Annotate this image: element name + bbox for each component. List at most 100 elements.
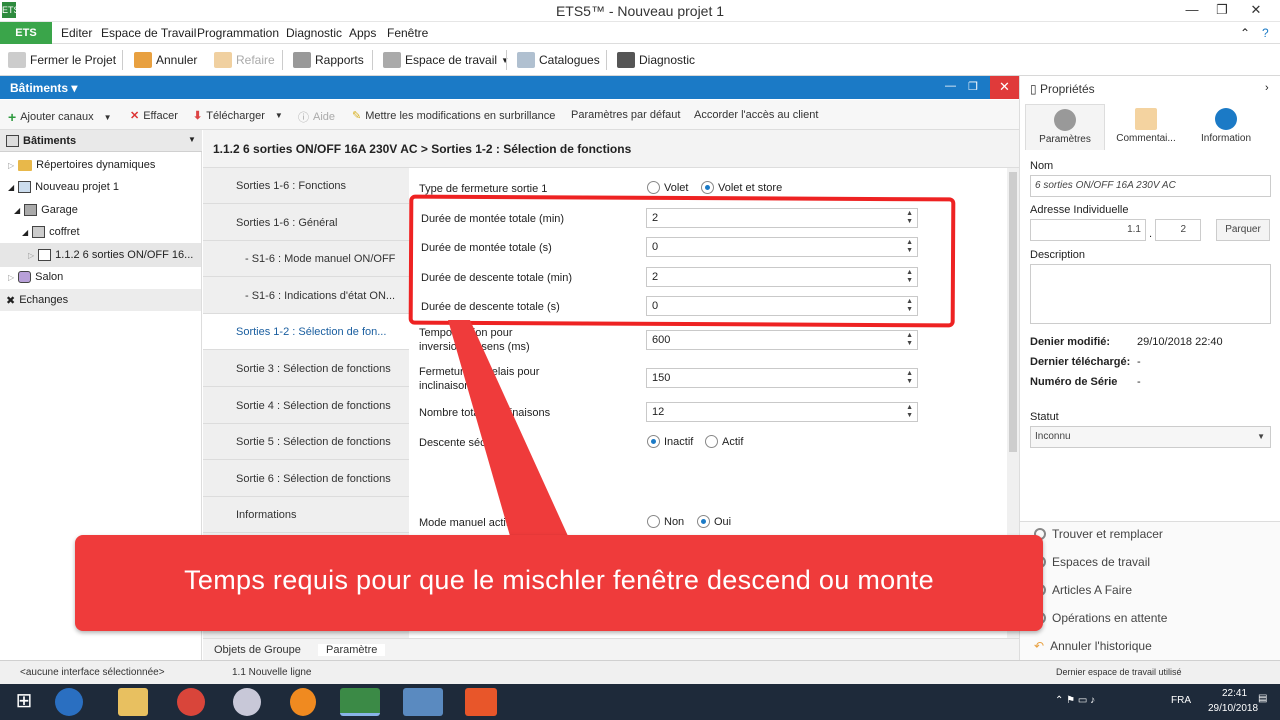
interface-status[interactable]: <aucune interface sélectionnée>	[20, 667, 165, 678]
undo-history-link[interactable]: ↶ Annuler l'historique	[1034, 639, 1152, 653]
menu-espace-de-travail[interactable]: Espace de Travail	[101, 26, 196, 40]
restore-panel-icon[interactable]: ❐	[968, 80, 978, 93]
diagnostic-icon	[617, 52, 635, 68]
tree-item-device-selected[interactable]: ▷ 1.1.2 6 sorties ON/OFF 16...	[0, 243, 201, 267]
relay-spinner[interactable]: 150 ▲ ▼	[646, 368, 918, 388]
tilt-spinner[interactable]: 12 ▲ ▼	[646, 402, 918, 422]
close-window-icon[interactable]: ✕	[1244, 2, 1268, 20]
add-channels-button[interactable]: + Ajouter canaux ▼	[8, 109, 112, 125]
menu-fenetre[interactable]: Fenêtre	[387, 26, 428, 40]
minimize-panel-icon[interactable]: —	[945, 80, 956, 92]
description-field[interactable]	[1030, 264, 1271, 324]
windows-start-icon[interactable]: ⊞	[4, 688, 44, 716]
help-button[interactable]: ⓘ Aide	[298, 109, 335, 125]
notifications-icon[interactable]: ▤	[1258, 693, 1267, 704]
param-tab-output-5[interactable]: Sortie 5 : Sélection de fonctions	[203, 424, 409, 460]
props-tab-parameters[interactable]: Paramètres	[1025, 104, 1105, 150]
media-icon[interactable]	[290, 688, 316, 716]
chevron-down-icon[interactable]: ▼	[188, 135, 196, 144]
park-button[interactable]: Parquer	[1216, 219, 1270, 241]
menu-apps[interactable]: Apps	[349, 26, 376, 40]
chrome-icon[interactable]	[177, 688, 205, 716]
pending-ops-link[interactable]: Opérations en attente	[1034, 611, 1167, 625]
spinner-arrows-icon[interactable]: ▲ ▼	[906, 332, 913, 348]
tree-root-buildings[interactable]: Bâtiments	[6, 135, 76, 147]
param-tab-manual-mode[interactable]: - S1-6 : Mode manuel ON/OFF	[203, 241, 409, 277]
address-prefix-field[interactable]: 1.1	[1030, 219, 1146, 241]
radio-oui[interactable]: Oui	[697, 515, 731, 528]
tree-item-dynamic-folders[interactable]: ▷ Répertoires dynamiques	[8, 159, 155, 171]
panel-title[interactable]: Bâtiments ▾	[10, 81, 77, 95]
radio-inactif[interactable]: Inactif	[647, 435, 693, 448]
todo-link[interactable]: Articles A Faire	[1034, 583, 1132, 597]
tempo-spinner[interactable]: 600 ▲ ▼	[646, 330, 918, 350]
status-select[interactable]: Inconnu ▼	[1030, 426, 1271, 448]
buildings-panel-header: Bâtiments ▾ — ❐ ✕	[0, 76, 1019, 99]
tree-item-exchanges[interactable]: ✖ Echanges	[0, 289, 201, 311]
photos-icon[interactable]	[403, 688, 443, 716]
param-tab-output-4[interactable]: Sortie 4 : Sélection de fonctions	[203, 388, 409, 424]
default-params-button[interactable]: Paramètres par défaut	[571, 109, 680, 121]
close-panel-icon[interactable]: ✕	[990, 76, 1019, 99]
scrollbar-thumb[interactable]	[1009, 172, 1017, 452]
clock-time[interactable]: 22:41	[1222, 688, 1247, 699]
menu-editer[interactable]: Editer	[61, 26, 92, 40]
spinner-arrows-icon[interactable]: ▲ ▼	[906, 404, 913, 420]
ets-menu-button[interactable]: ETS	[0, 22, 52, 44]
collapse-ribbon-icon[interactable]: ⌃	[1240, 26, 1250, 40]
ets-taskbar-icon[interactable]	[340, 688, 380, 716]
comment-icon	[1135, 108, 1157, 130]
radio-volet[interactable]: Volet	[647, 181, 688, 194]
workspace-button[interactable]: Espace de travail▼	[383, 52, 509, 68]
param-tab-general[interactable]: Sorties 1-6 : Général	[203, 205, 409, 241]
highlight-changes-button[interactable]: ✎ Mettre les modifications en surbrillanc…	[352, 109, 555, 123]
props-tab-information[interactable]: Information	[1186, 104, 1266, 150]
chevron-down-icon: ▼	[103, 112, 112, 122]
props-tab-comments[interactable]: Commentai...	[1106, 104, 1186, 150]
workspaces-link[interactable]: Espaces de travail	[1034, 555, 1150, 569]
download-button[interactable]: ⬇ Télécharger ▼	[193, 109, 283, 123]
tree-item-garage[interactable]: ◢ Garage	[14, 204, 78, 216]
highlighter-icon: ✎	[352, 110, 362, 122]
camtasia-icon[interactable]	[465, 688, 497, 716]
radio-volet-store[interactable]: Volet et store	[701, 181, 782, 194]
help-icon[interactable]: ?	[1262, 26, 1269, 40]
address-number-stepper[interactable]: 2	[1155, 219, 1201, 241]
param-tab-outputs-1-2[interactable]: Sorties 1-2 : Sélection de fon...	[203, 314, 409, 350]
menu-diagnostic[interactable]: Diagnostic	[286, 26, 342, 40]
client-access-button[interactable]: Accorder l'accès au client	[694, 109, 818, 121]
diagnostic-button[interactable]: Diagnostic	[617, 52, 695, 68]
language-indicator[interactable]: FRA	[1171, 695, 1191, 706]
reports-button[interactable]: Rapports	[293, 52, 364, 68]
ie-icon[interactable]	[55, 688, 83, 716]
param-tab-informations[interactable]: Informations	[203, 497, 409, 533]
minimize-icon[interactable]: —	[1180, 2, 1204, 20]
tab-parameters[interactable]: Paramètre	[318, 644, 386, 656]
tab-group-objects[interactable]: Objets de Groupe	[214, 644, 301, 656]
menu-programmation[interactable]: Programmation	[197, 26, 279, 40]
restore-icon[interactable]: ❐	[1210, 2, 1234, 20]
param-tab-status[interactable]: - S1-6 : Indications d'état ON...	[203, 278, 409, 314]
tree-item-salon[interactable]: ▷ Salon	[8, 271, 63, 283]
undo-icon	[134, 52, 152, 68]
find-replace-link[interactable]: Trouver et remplacer	[1034, 527, 1163, 541]
tray-icons[interactable]: ⌃ ⚑ ▭ ♪	[1055, 695, 1095, 706]
delete-button[interactable]: ✕ Effacer	[130, 109, 178, 123]
spinner-arrows-icon[interactable]: ▲ ▼	[906, 370, 913, 386]
catalogs-button[interactable]: Catalogues	[517, 52, 600, 68]
radio-non[interactable]: Non	[647, 515, 684, 528]
clock-date[interactable]: 29/10/2018	[1208, 703, 1258, 714]
radio-actif[interactable]: Actif	[705, 435, 743, 448]
chevron-right-icon[interactable]: ›	[1265, 82, 1269, 94]
snipping-icon[interactable]	[233, 688, 261, 716]
close-project-button[interactable]: Fermer le Projet	[8, 52, 116, 68]
name-field[interactable]: 6 sorties ON/OFF 16A 230V AC	[1030, 175, 1271, 197]
param-tab-fonctions[interactable]: Sorties 1-6 : Fonctions	[203, 168, 409, 204]
tree-item-coffret[interactable]: ◢ coffret	[22, 226, 80, 238]
param-tab-output-6[interactable]: Sortie 6 : Sélection de fonctions	[203, 461, 409, 497]
tree-item-project[interactable]: ◢ Nouveau projet 1	[8, 181, 119, 193]
param-tab-output-3[interactable]: Sortie 3 : Sélection de fonctions	[203, 351, 409, 387]
redo-button[interactable]: Refaire	[214, 52, 275, 68]
undo-button[interactable]: Annuler	[134, 52, 197, 68]
explorer-icon[interactable]	[118, 688, 148, 716]
